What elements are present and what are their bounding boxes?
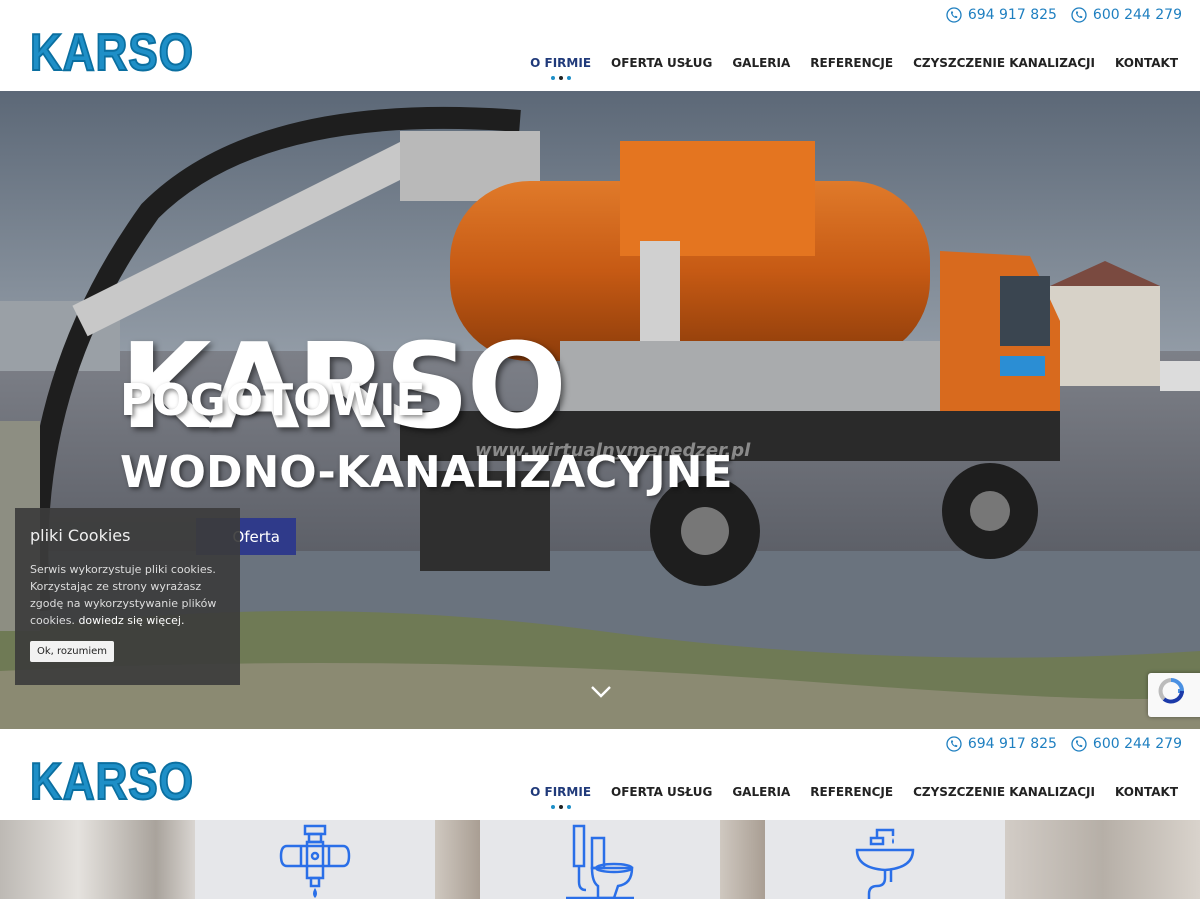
service-tile-toilet[interactable] <box>480 820 720 899</box>
cookie-banner: pliki Cookies Serwis wykorzystuje pliki … <box>15 508 240 685</box>
pipe-valve-icon <box>279 824 351 898</box>
service-tile-sink[interactable] <box>765 820 1005 899</box>
tile-photo <box>1005 820 1200 899</box>
service-tiles <box>0 820 1200 899</box>
nav-item-referencje[interactable]: REFERENCJE <box>810 785 893 809</box>
cookie-accept-button[interactable]: Ok, rozumiem <box>30 641 115 662</box>
main-nav: O FIRMIE OFERTA USŁUG GALERIA REFERENCJE… <box>530 56 1178 80</box>
nav-item-czyszczenie-kanalizacji[interactable]: CZYSZCZENIE KANALIZACJI <box>913 56 1095 80</box>
active-indicator <box>550 805 571 809</box>
cookie-text: Serwis wykorzystuje pliki cookies. Korzy… <box>30 563 217 627</box>
tile-photo <box>0 820 195 899</box>
tile-photo <box>720 820 765 899</box>
nav-item-o-firmie[interactable]: O FIRMIE <box>530 785 591 809</box>
phone-list: 694 917 825 600 244 279 <box>946 736 1182 752</box>
chevron-down-icon[interactable] <box>590 685 612 699</box>
site-header: KARSO 694 917 825 600 244 279 O FIRMIE O… <box>0 0 1200 91</box>
nav-item-czyszczenie-kanalizacji[interactable]: CZYSZCZENIE KANALIZACJI <box>913 785 1095 809</box>
sink-icon <box>855 828 915 899</box>
nav-item-oferta-uslug[interactable]: OFERTA USŁUG <box>611 56 712 80</box>
phone-icon <box>946 736 962 752</box>
nav-item-galeria[interactable]: GALERIA <box>732 785 790 809</box>
phone-icon <box>1071 736 1087 752</box>
active-indicator <box>550 76 571 80</box>
phone-list: 694 917 825 600 244 279 <box>946 7 1182 23</box>
phone-link-2[interactable]: 600 244 279 <box>1071 7 1182 23</box>
logo[interactable]: KARSO <box>29 26 194 80</box>
nav-item-kontakt[interactable]: KONTAKT <box>1115 785 1178 809</box>
nav-item-oferta-uslug[interactable]: OFERTA USŁUG <box>611 785 712 809</box>
nav-item-galeria[interactable]: GALERIA <box>732 56 790 80</box>
logo[interactable]: KARSO <box>29 755 194 809</box>
nav-item-referencje[interactable]: REFERENCJE <box>810 56 893 80</box>
phone-number: 694 917 825 <box>967 736 1057 752</box>
phone-number: 600 244 279 <box>1092 736 1182 752</box>
recaptcha-badge[interactable] <box>1148 673 1200 717</box>
main-nav: O FIRMIE OFERTA USŁUG GALERIA REFERENCJE… <box>530 785 1178 809</box>
phone-link-1[interactable]: 694 917 825 <box>946 736 1057 752</box>
service-tile-pipes[interactable] <box>195 820 435 899</box>
nav-item-o-firmie[interactable]: O FIRMIE <box>530 56 591 80</box>
hero-subtitle-line1: POGOTOWIE <box>120 375 426 426</box>
recaptcha-icon <box>1158 678 1185 704</box>
cookie-title: pliki Cookies <box>30 526 131 545</box>
phone-number: 600 244 279 <box>1092 7 1182 23</box>
cookie-more-link[interactable]: dowiedz się więcej. <box>78 614 184 627</box>
nav-item-kontakt[interactable]: KONTAKT <box>1115 56 1178 80</box>
phone-icon <box>1071 7 1087 23</box>
phone-link-1[interactable]: 694 917 825 <box>946 7 1057 23</box>
sticky-header: KARSO 694 917 825 600 244 279 O FIRMIE O… <box>0 729 1200 820</box>
phone-number: 694 917 825 <box>967 7 1057 23</box>
phone-icon <box>946 7 962 23</box>
toilet-icon <box>566 824 634 899</box>
tile-photo <box>435 820 480 899</box>
hero-subtitle-line2: WODNO-KANALIZACYJNE <box>120 447 733 498</box>
phone-link-2[interactable]: 600 244 279 <box>1071 736 1182 752</box>
